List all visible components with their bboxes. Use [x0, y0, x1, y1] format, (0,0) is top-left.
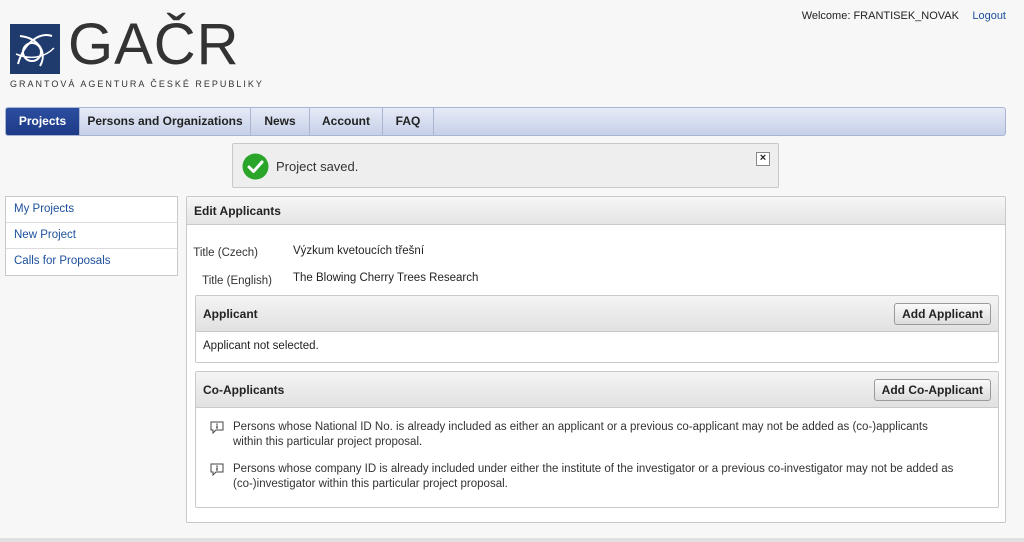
welcome-text: Welcome: FRANTISEK_NOVAK — [801, 10, 959, 22]
applicant-empty-text: Applicant not selected. — [203, 340, 319, 352]
applicant-section: Applicant Add Applicant Applicant not se… — [195, 295, 999, 363]
logo-subtitle: GRANTOVÁ AGENTURA ČESKÉ REPUBLIKY — [10, 79, 264, 89]
nav-tab-account[interactable]: Account — [310, 108, 383, 135]
logo-wordmark: GAČR — [68, 12, 240, 77]
title-czech-label: Title (Czech) — [193, 247, 258, 259]
logout-link[interactable]: Logout — [972, 10, 1006, 22]
title-english-label: Title (English) — [202, 275, 272, 287]
info-note: Persons whose National ID No. is already… — [196, 420, 956, 450]
co-applicants-section-header: Co-Applicants Add Co-Applicant — [196, 372, 998, 408]
nav-tab-faq[interactable]: FAQ — [383, 108, 434, 135]
success-notification: Project saved. × — [232, 143, 779, 188]
gacr-logo: GAČR GRANTOVÁ AGENTURA ČESKÉ REPUBLIKY — [10, 14, 262, 92]
info-icon — [210, 463, 224, 476]
panel-title: Edit Applicants — [187, 197, 1005, 225]
title-english-value: The Blowing Cherry Trees Research — [293, 272, 479, 284]
main-navigation: Projects Persons and Organizations News … — [5, 107, 1006, 136]
info-note: Persons whose company ID is already incl… — [196, 462, 956, 492]
add-co-applicant-button[interactable]: Add Co-Applicant — [873, 379, 991, 401]
nav-tab-projects[interactable]: Projects — [6, 108, 80, 135]
co-applicants-notes: Persons whose National ID No. is already… — [196, 408, 998, 492]
sidebar-item-my-projects[interactable]: My Projects — [6, 197, 177, 223]
logo-emblem-icon — [10, 24, 60, 74]
sidebar-item-new-project[interactable]: New Project — [6, 223, 177, 249]
sidebar: My Projects New Project Calls for Propos… — [5, 196, 178, 276]
check-circle-icon — [242, 153, 269, 180]
nav-tab-news[interactable]: News — [251, 108, 310, 135]
applicant-section-title: Applicant — [203, 307, 258, 321]
info-note-text: Persons whose National ID No. is already… — [233, 421, 928, 448]
add-applicant-button[interactable]: Add Applicant — [894, 303, 991, 325]
sidebar-item-calls-for-proposals[interactable]: Calls for Proposals — [6, 249, 177, 275]
close-notification-button[interactable]: × — [756, 152, 770, 166]
applicant-section-header: Applicant Add Applicant — [196, 296, 998, 332]
info-icon — [210, 421, 224, 434]
title-czech-value: Výzkum kvetoucích třešní — [293, 245, 425, 257]
notification-message: Project saved. — [276, 159, 359, 174]
co-applicants-section: Co-Applicants Add Co-Applicant Persons w… — [195, 371, 999, 508]
nav-tab-persons-organizations[interactable]: Persons and Organizations — [80, 108, 251, 135]
co-applicants-section-title: Co-Applicants — [203, 383, 285, 397]
page-bottom-divider — [0, 538, 1024, 542]
edit-applicants-panel: Edit Applicants Title (Czech) Výzkum kve… — [186, 196, 1006, 523]
info-note-text: Persons whose company ID is already incl… — [233, 463, 954, 490]
